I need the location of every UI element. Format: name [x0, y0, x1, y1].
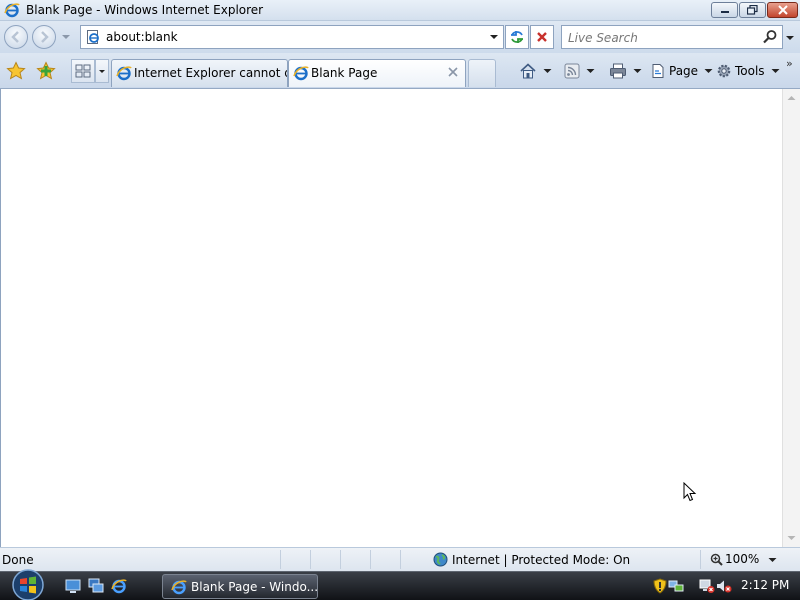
scroll-up-arrow-icon[interactable]	[787, 95, 796, 101]
close-button[interactable]	[767, 2, 798, 18]
tools-menu-button[interactable]: Tools	[716, 61, 780, 81]
address-url[interactable]: about:blank	[106, 30, 178, 44]
taskbar-button-label: Blank Page - Windo...	[191, 580, 319, 594]
security-zone[interactable]: Internet | Protected Mode: On	[433, 552, 630, 567]
tab-command-row: Internet Explorer cannot di... Blank Pag…	[0, 53, 800, 89]
status-bar: Done Internet | Protected Mode: On 100%	[0, 547, 800, 571]
chevron-down-icon	[771, 69, 780, 73]
volume-muted-icon[interactable]	[716, 578, 732, 594]
globe-icon	[433, 552, 448, 567]
ie-icon	[4, 3, 20, 18]
close-tab-icon[interactable]	[447, 66, 459, 78]
forward-button[interactable]	[32, 25, 56, 49]
minimize-icon	[720, 11, 729, 13]
maximize-icon	[747, 5, 758, 15]
refresh-icon	[511, 31, 523, 43]
ie-icon[interactable]	[111, 578, 127, 594]
ie-icon	[293, 66, 309, 81]
chevron-down-icon[interactable]	[633, 67, 642, 75]
feeds-button[interactable]	[564, 61, 595, 81]
chevron-down-icon[interactable]	[586, 67, 595, 75]
zone-text: Internet | Protected Mode: On	[452, 552, 631, 567]
more-commands-chevron-icon[interactable]: »	[786, 57, 793, 70]
favorites-center-star-icon[interactable]	[6, 61, 26, 81]
security-shield-icon[interactable]	[652, 578, 668, 594]
ie-icon	[171, 580, 187, 595]
search-icon[interactable]	[762, 29, 778, 45]
stop-button[interactable]	[530, 25, 554, 49]
gear-icon	[717, 64, 731, 78]
page-menu-label: Page	[669, 64, 699, 78]
home-button[interactable]	[519, 61, 552, 81]
new-tab-button[interactable]	[468, 59, 496, 87]
home-icon	[520, 63, 536, 79]
stop-icon	[537, 32, 547, 42]
network-disconnected-icon[interactable]	[699, 578, 715, 594]
network-status-icon[interactable]	[668, 578, 684, 594]
back-button[interactable]	[4, 25, 28, 49]
minimize-button[interactable]	[711, 2, 738, 18]
search-input[interactable]: Live Search	[561, 25, 783, 49]
back-arrow-icon	[11, 31, 19, 43]
printer-icon	[610, 63, 626, 79]
forward-arrow-icon	[41, 31, 49, 43]
tools-menu-label: Tools	[735, 64, 765, 78]
print-button[interactable]	[609, 61, 642, 81]
clock[interactable]: 2:12 PM	[741, 578, 789, 592]
tab-label: Internet Explorer cannot di...	[134, 66, 287, 80]
chevron-down-icon	[99, 70, 105, 73]
page-content[interactable]	[0, 89, 782, 547]
close-icon	[777, 5, 788, 15]
status-divider	[340, 550, 341, 569]
address-field[interactable]: about:blank	[80, 25, 504, 49]
status-divider	[370, 550, 371, 569]
add-to-favorites-icon[interactable]	[36, 61, 56, 81]
show-desktop-icon[interactable]	[65, 578, 81, 594]
rss-feed-icon	[564, 63, 580, 79]
search-options-dropdown-icon[interactable]	[785, 33, 795, 43]
scroll-down-arrow-icon[interactable]	[787, 535, 796, 541]
vertical-scrollbar[interactable]	[782, 89, 800, 547]
status-divider	[700, 550, 701, 569]
page-icon	[652, 64, 664, 78]
status-divider	[400, 550, 401, 569]
zoom-dropdown-icon[interactable]	[768, 556, 777, 564]
window-title: Blank Page - Windows Internet Explorer	[26, 3, 264, 17]
chevron-down-icon	[704, 69, 713, 73]
status-divider	[310, 550, 311, 569]
quick-tabs-button[interactable]	[71, 59, 95, 83]
chevron-down-icon[interactable]	[543, 67, 552, 75]
status-divider	[280, 550, 281, 569]
page-icon	[87, 30, 99, 44]
tab-list-dropdown[interactable]	[95, 59, 109, 83]
search-placeholder: Live Search	[568, 31, 638, 45]
taskbar: Blank Page - Windo... 2:12 PM	[0, 568, 800, 600]
address-row: about:blank Live Search	[0, 21, 800, 53]
zoom-icon	[710, 553, 723, 566]
quick-tabs-grid-icon	[75, 64, 91, 78]
zoom-level[interactable]: 100%	[710, 552, 759, 566]
title-bar: Blank Page - Windows Internet Explorer	[0, 0, 800, 21]
status-text: Done	[2, 553, 34, 567]
zoom-text: 100%	[725, 552, 760, 566]
maximize-button[interactable]	[739, 2, 766, 18]
address-dropdown-icon[interactable]	[489, 32, 499, 42]
mouse-cursor-icon	[683, 482, 697, 502]
refresh-button[interactable]	[505, 25, 529, 49]
start-button-windows-logo-icon[interactable]	[8, 568, 48, 600]
ie-icon	[116, 66, 132, 81]
tab-cannot-display[interactable]: Internet Explorer cannot di...	[111, 59, 288, 87]
tab-blank-page[interactable]: Blank Page	[288, 59, 466, 87]
tab-label: Blank Page	[311, 66, 378, 80]
switch-windows-icon[interactable]	[88, 578, 104, 594]
taskbar-button-blank-page[interactable]: Blank Page - Windo...	[162, 574, 318, 599]
page-menu-button[interactable]: Page	[650, 61, 713, 81]
recent-pages-dropdown-icon[interactable]	[61, 31, 71, 43]
